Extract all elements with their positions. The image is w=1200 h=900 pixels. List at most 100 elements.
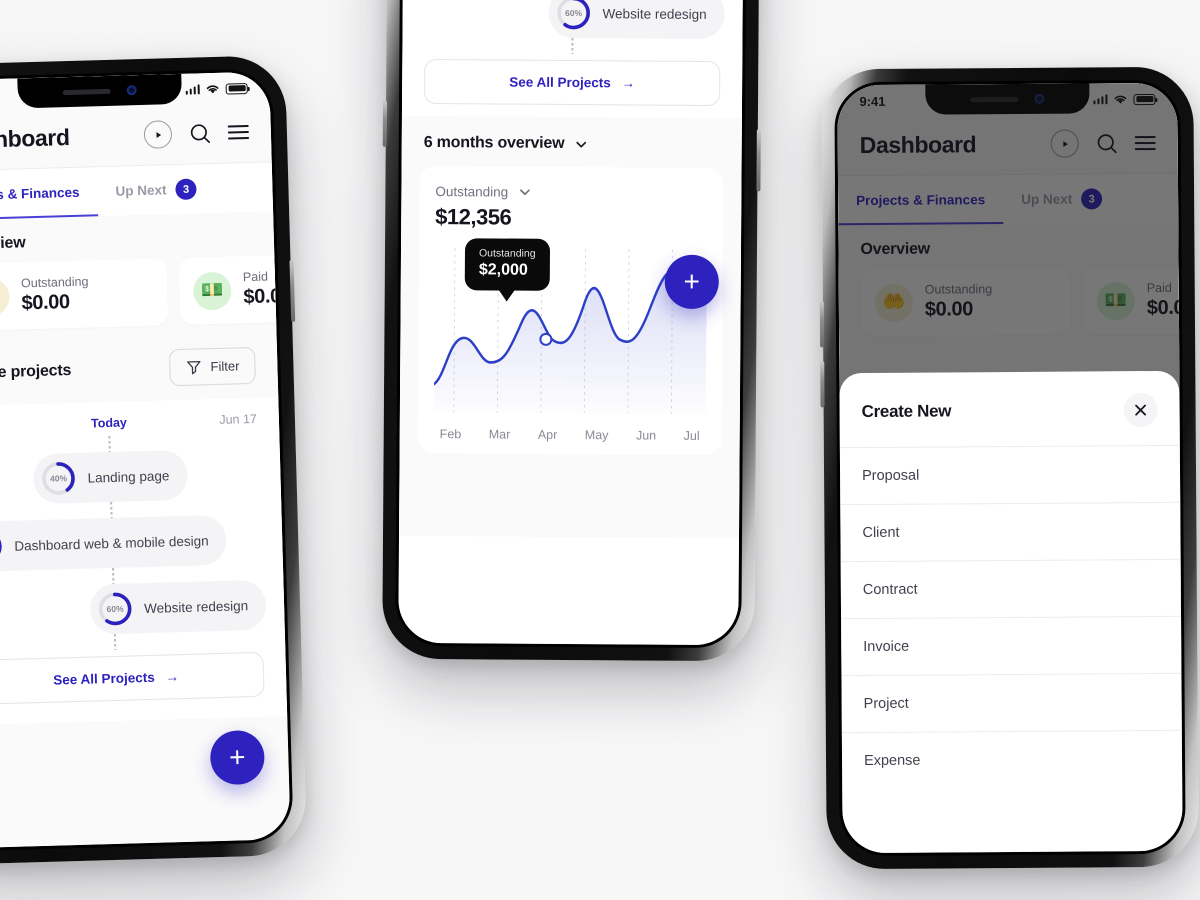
phone-left-power-button[interactable] — [289, 259, 296, 322]
phone-left: 9:41 Dashboard — [0, 54, 308, 866]
phone-right-volume-up[interactable] — [819, 301, 825, 348]
timeline-days: Jun 15 Today Jun 17 — [0, 412, 261, 440]
timeline-day: Jun 17 — [219, 411, 258, 427]
filter-label: Filter — [210, 358, 240, 375]
chart-data-point-apr[interactable] — [539, 332, 553, 346]
earpiece-speaker — [62, 88, 111, 95]
create-new-sheet: Create New Proposal Client Contract Invo… — [839, 370, 1183, 854]
search-icon[interactable] — [186, 119, 215, 148]
chart-series-label: Outstanding — [435, 184, 509, 200]
overview-heading: Overview — [0, 234, 26, 254]
chart-heading: 6 months overview — [423, 133, 565, 152]
front-camera-icon — [126, 85, 137, 96]
sheet-item-invoice[interactable]: Invoice — [841, 616, 1182, 677]
wifi-icon — [206, 85, 219, 94]
tab-projects-finances[interactable]: Projects & Finances — [0, 167, 99, 221]
money-note-icon: 💵 — [192, 271, 232, 311]
see-all-projects-button[interactable]: See All Projects → — [424, 58, 721, 107]
list-item: 40% Landing page — [0, 448, 263, 506]
mockup-stage: 9:41 Dashboard — [0, 0, 1200, 900]
progress-label: 60% — [565, 7, 583, 19]
chart-x-axis: Feb Mar Apr May Jun Jul — [434, 419, 706, 443]
battery-full-icon — [225, 82, 248, 95]
projects-timeline: Jun 15 Today Jun 17 40% Landin — [0, 397, 288, 726]
project-pill-landing-page[interactable]: 40% Landing page — [32, 449, 189, 505]
project-pill-dashboard-design[interactable]: 50% Dashboard web & mobile design — [0, 514, 228, 573]
card-value: $0.00 — [21, 291, 70, 315]
timeline-connector — [571, 37, 574, 55]
progress-ring: 60% — [555, 0, 591, 31]
chart-total-value: $12,356 — [435, 204, 512, 230]
card-label: Outstanding — [20, 274, 89, 291]
card-value: $0.00 — [243, 284, 291, 309]
x-tick: Feb — [439, 427, 462, 442]
project-name: Website redesign — [143, 597, 249, 616]
phone-center-volume-up[interactable] — [382, 100, 388, 147]
sheet-item-expense[interactable]: Expense — [842, 731, 1182, 789]
plus-icon: + — [683, 265, 701, 297]
progress-label: 60% — [106, 603, 124, 615]
chart-tooltip: Outstanding $2,000 — [464, 238, 550, 291]
projects-timeline-continued: x 50% Dashboard web & mobile design — [401, 0, 744, 119]
tooltip-value: $2,000 — [478, 261, 528, 279]
status-badge: 3 — [175, 178, 197, 201]
sheet-item-label: Contract — [862, 581, 918, 599]
menu-icon[interactable] — [227, 124, 250, 140]
card-label: Paid — [242, 269, 269, 285]
overview-cards: 🤲 Outstanding $0.00 💵 Paid $0.00 — [0, 252, 291, 350]
sheet-title: Create New — [861, 401, 952, 422]
sheet-item-client[interactable]: Client — [840, 502, 1181, 563]
x-tick: May — [584, 428, 609, 443]
sheet-header: Create New — [839, 370, 1180, 449]
cellular-bars-icon — [185, 84, 200, 95]
overview-card-paid[interactable]: 💵 Paid $0.00 — [178, 252, 291, 325]
sheet-item-contract[interactable]: Contract — [840, 559, 1182, 620]
filter-button[interactable]: Filter — [169, 346, 256, 387]
timeline-connector — [113, 633, 117, 650]
outstanding-chart-card: Outstanding $12,356 Outstanding $2,000 F… — [417, 165, 724, 456]
list-item: 60% Website redesign — [0, 579, 267, 638]
chevron-down-icon — [519, 189, 530, 196]
project-pill-website-redesign[interactable]: 60% Website redesign — [89, 579, 267, 635]
page-title: Dashboard — [0, 123, 70, 153]
overview-card-outstanding[interactable]: 🤲 Outstanding $0.00 — [0, 258, 169, 332]
notch — [17, 73, 183, 109]
project-pill-website-redesign[interactable]: 60% Website redesign — [548, 0, 725, 40]
progress-label: 50% — [0, 528, 4, 565]
hand-coin-icon: 🤲 — [0, 277, 10, 317]
x-tick: Mar — [488, 427, 511, 442]
list-item: 60% Website redesign — [420, 0, 725, 40]
filter-icon — [187, 360, 201, 375]
sheet-item-label: Invoice — [863, 638, 910, 656]
progress-ring: 40% — [40, 460, 77, 497]
phone-right: 9:41 Dashboard — [819, 66, 1199, 870]
create-new-fab[interactable]: + — [664, 254, 719, 310]
progress-label: 40% — [49, 473, 68, 484]
create-new-fab[interactable]: + — [209, 729, 266, 786]
chart-series-selector[interactable]: Outstanding — [435, 184, 707, 201]
sheet-item-label: Project — [863, 695, 909, 713]
tab-up-next[interactable]: Up Next 3 — [97, 164, 215, 216]
timeline-day-today: Today — [90, 415, 128, 431]
sheet-item-project[interactable]: Project — [841, 673, 1182, 734]
sheet-item-proposal[interactable]: Proposal — [839, 445, 1181, 506]
projects-heading-row: Active projects Filter — [0, 340, 279, 407]
chart-heading-row[interactable]: 6 months overview — [402, 116, 742, 158]
sheet-item-label: Expense — [863, 752, 921, 770]
projects-heading: Active projects — [0, 361, 72, 382]
sheet-item-label: Proposal — [861, 467, 920, 485]
phone-center-power-button[interactable] — [756, 129, 761, 192]
phone-right-volume-down[interactable] — [820, 361, 825, 408]
see-all-label: See All Projects — [509, 74, 611, 91]
phone-center: x 50% Dashboard web & mobile design — [382, 0, 761, 662]
app-screen-left: Dashboard Projects & Finances Up Next 3 … — [0, 71, 291, 849]
see-all-label: See All Projects — [53, 669, 155, 688]
plus-icon: + — [228, 741, 246, 773]
play-circle-icon[interactable] — [143, 120, 173, 149]
see-all-projects-button[interactable]: See All Projects → — [0, 651, 265, 706]
close-icon[interactable] — [1123, 392, 1158, 428]
tooltip-label: Outstanding — [478, 247, 536, 260]
timeline-connector — [112, 567, 115, 584]
progress-ring: 50% — [0, 528, 4, 565]
sheet-item-label: Client — [862, 524, 900, 542]
